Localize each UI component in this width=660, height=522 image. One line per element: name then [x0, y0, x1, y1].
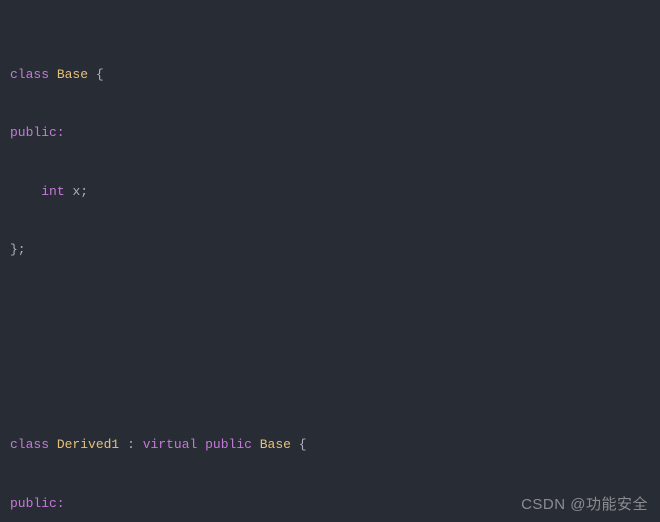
code-block: class Base { public: int x; }; class Der…: [0, 0, 660, 522]
keyword-class: class: [10, 67, 49, 82]
code-line: public:: [10, 123, 660, 143]
code-line: };: [10, 240, 660, 260]
open-brace: {: [299, 437, 307, 452]
close-brace: };: [10, 242, 26, 257]
access-public: public:: [10, 125, 65, 140]
keyword-class: class: [10, 437, 49, 452]
typename-derived1: Derived1: [57, 437, 119, 452]
access-public: public:: [10, 496, 65, 511]
type-int: int: [41, 184, 64, 199]
blank-line: [10, 357, 660, 377]
colon: :: [127, 437, 135, 452]
keyword-public: public: [205, 437, 252, 452]
code-line: class Derived1 : virtual public Base {: [10, 435, 660, 455]
open-brace: {: [96, 67, 104, 82]
semicolon: ;: [80, 184, 88, 199]
code-line: class Base {: [10, 65, 660, 85]
code-line: int x;: [10, 182, 660, 202]
typename-base: Base: [57, 67, 88, 82]
code-line: public:: [10, 494, 660, 514]
typename-base-ref: Base: [260, 437, 291, 452]
blank-line: [10, 299, 660, 319]
keyword-virtual: virtual: [143, 437, 198, 452]
